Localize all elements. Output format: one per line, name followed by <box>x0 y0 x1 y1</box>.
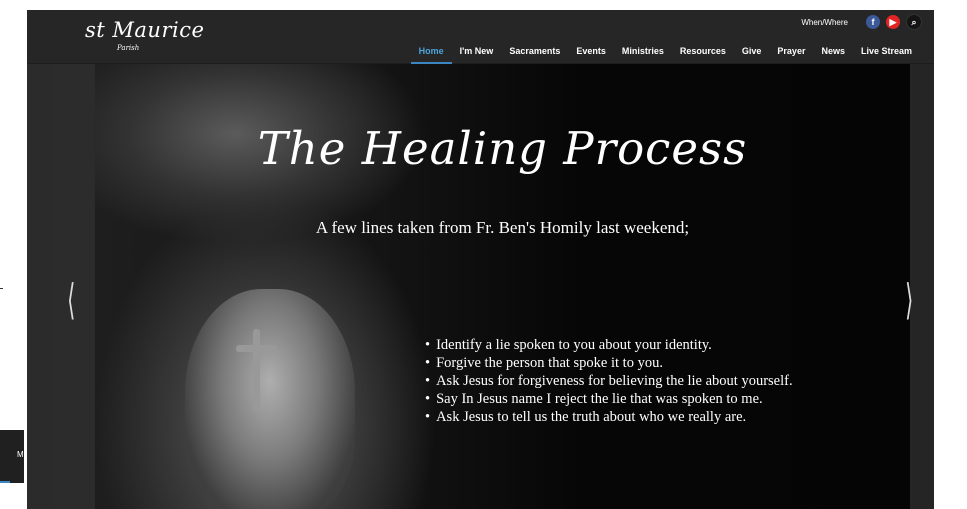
nav-ministries[interactable]: Ministries <box>614 46 672 63</box>
bullet-item: Identify a lie spoken to you about your … <box>425 336 793 354</box>
crucifix-vertical <box>253 329 260 411</box>
bullet-item: Forgive the person that spoke it to you. <box>425 354 793 372</box>
nav-events[interactable]: Events <box>568 46 614 63</box>
nav-resources[interactable]: Resources <box>672 46 734 63</box>
logo-sub-text: Parish <box>117 44 140 52</box>
main-nav: Home I'm New Sacraments Events Ministrie… <box>410 46 920 64</box>
site-frame: st Maurice Parish When/Where f ▶ ⌕ Home … <box>27 10 934 509</box>
peek-accent-line <box>0 481 10 483</box>
nav-home[interactable]: Home <box>410 46 452 64</box>
peek-label: M <box>17 450 24 459</box>
hero-title: The Healing Process <box>257 122 748 175</box>
bullet-item: Ask Jesus to tell us the truth about who… <box>425 408 793 426</box>
nav-im-new[interactable]: I'm New <box>452 46 502 63</box>
background-window-peek: M <box>0 430 24 483</box>
site-header: st Maurice Parish When/Where f ▶ ⌕ Home … <box>27 10 934 64</box>
bullet-item: Ask Jesus for forgiveness for believing … <box>425 372 793 390</box>
search-icon[interactable]: ⌕ <box>906 14 922 30</box>
facebook-icon[interactable]: f <box>866 15 880 29</box>
edge-mark <box>0 288 3 289</box>
nav-give[interactable]: Give <box>734 46 770 63</box>
nav-news[interactable]: News <box>813 46 853 63</box>
nav-live-stream[interactable]: Live Stream <box>853 46 920 63</box>
hero-bullet-list: Identify a lie spoken to you about your … <box>425 336 793 426</box>
site-logo[interactable]: st Maurice Parish <box>85 18 205 52</box>
crucifix-horizontal <box>236 345 277 352</box>
praying-hands-image <box>185 289 355 509</box>
when-where-link[interactable]: When/Where <box>801 18 848 27</box>
utility-bar: When/Where f ▶ ⌕ <box>801 13 922 31</box>
hero-subtitle: A few lines taken from Fr. Ben's Homily … <box>315 218 690 237</box>
bullet-item: Say In Jesus name I reject the lie that … <box>425 390 793 408</box>
logo-main-text: st Maurice <box>85 18 205 42</box>
youtube-icon[interactable]: ▶ <box>886 15 900 29</box>
hero-slide: The Healing Process A few lines taken fr… <box>95 64 910 509</box>
carousel-next-arrow-icon[interactable]: ⟩ <box>905 275 913 324</box>
nav-sacraments[interactable]: Sacraments <box>501 46 568 63</box>
nav-prayer[interactable]: Prayer <box>769 46 813 63</box>
carousel-prev-arrow-icon[interactable]: ⟨ <box>67 275 75 324</box>
